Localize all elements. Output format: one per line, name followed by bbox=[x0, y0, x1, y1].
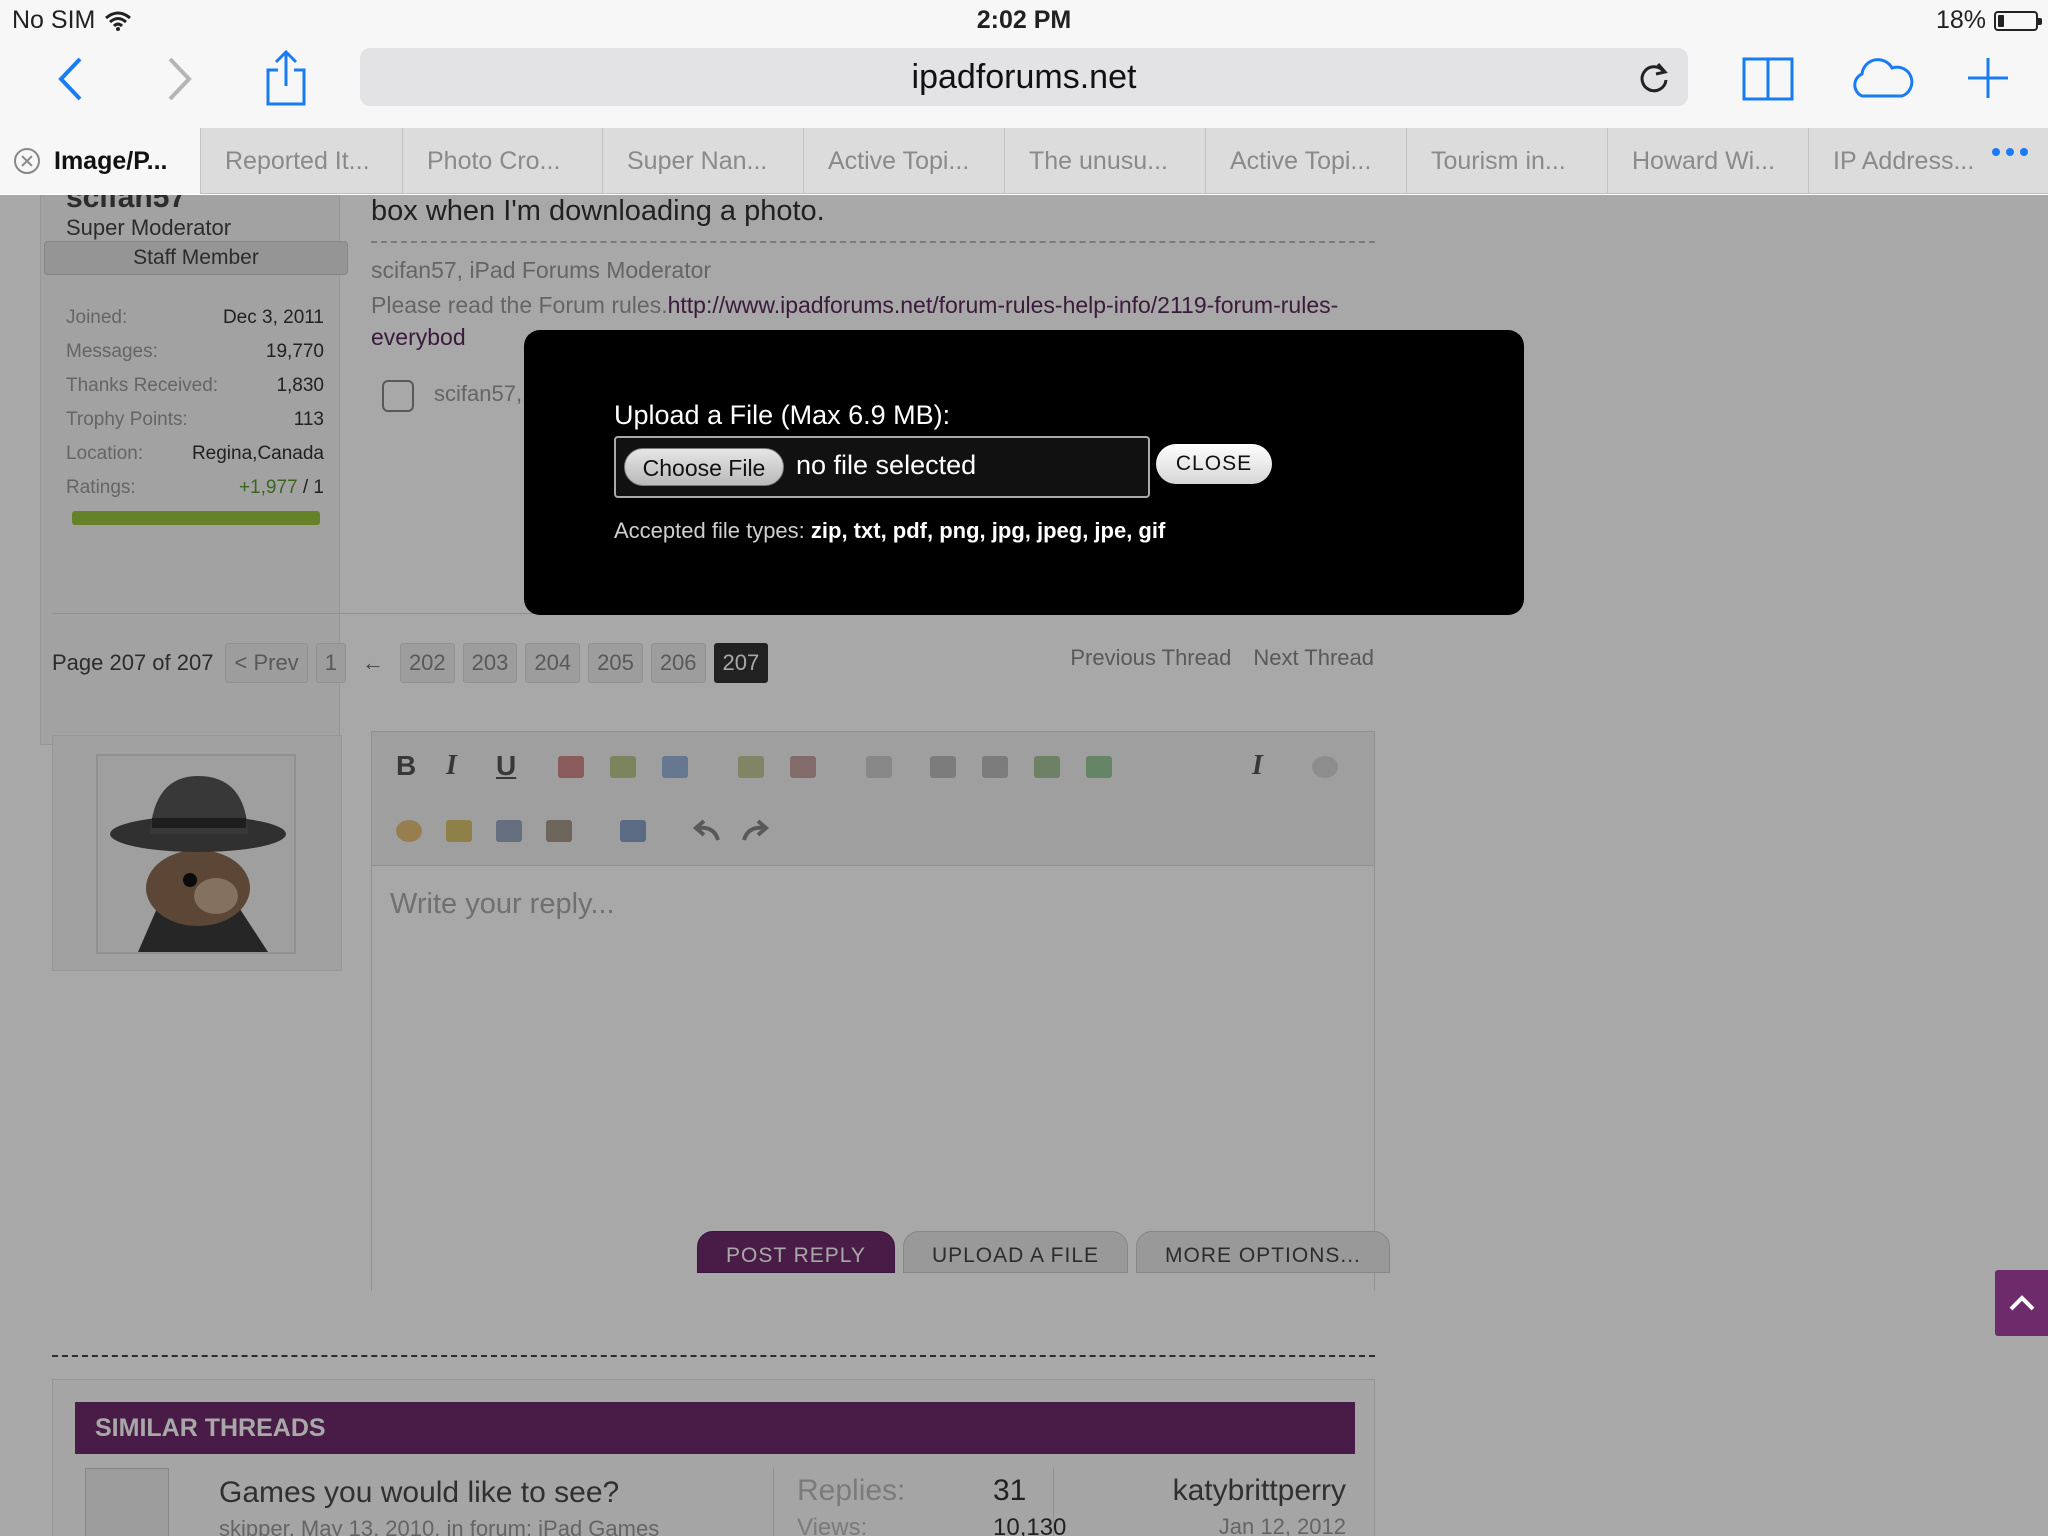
accepted-types-list: zip, txt, pdf, png, jpg, jpeg, jpe, gif bbox=[810, 518, 1166, 543]
tab-super-nan[interactable]: Super Nan... bbox=[602, 128, 803, 194]
new-tab-icon bbox=[1968, 58, 2008, 98]
battery: 18% bbox=[1935, 6, 2042, 35]
upload-file-dialog: Upload a File (Max 6.9 MB): Choose File … bbox=[524, 330, 1524, 615]
url-text: ipadforums.net bbox=[911, 58, 1137, 96]
scroll-to-top-button[interactable] bbox=[1995, 1270, 2048, 1336]
close-tab-icon[interactable] bbox=[14, 148, 40, 174]
tab-label: IP Address... bbox=[1833, 146, 1975, 175]
tab-the-unusu[interactable]: The unusu... bbox=[1004, 128, 1205, 194]
clock: 2:02 PM bbox=[976, 6, 1072, 34]
forward-icon bbox=[168, 57, 192, 101]
bookmarks-icon bbox=[1742, 57, 1794, 101]
tab-image-p[interactable]: Image/P... bbox=[0, 128, 200, 194]
back-button[interactable] bbox=[50, 54, 90, 104]
tab-tourism-in[interactable]: Tourism in... bbox=[1406, 128, 1607, 194]
tab-photo-cro[interactable]: Photo Cro... bbox=[402, 128, 602, 194]
accepted-types: Accepted file types: zip, txt, pdf, png,… bbox=[614, 518, 1165, 544]
reload-icon bbox=[1640, 63, 1668, 93]
dialog-title: Upload a File (Max 6.9 MB): bbox=[614, 400, 951, 430]
icloud-tabs-icon bbox=[1853, 58, 1914, 98]
tab-label: Super Nan... bbox=[627, 146, 768, 175]
tab-label: Active Topi... bbox=[828, 146, 970, 175]
tab-label: Reported It... bbox=[225, 146, 370, 175]
tab-howard-wi[interactable]: Howard Wi... bbox=[1607, 128, 1808, 194]
accepted-types-label: Accepted file types: bbox=[614, 518, 805, 543]
tab-label: The unusu... bbox=[1029, 146, 1168, 175]
tab-active-topi-1[interactable]: Active Topi... bbox=[803, 128, 1004, 194]
file-status: no file selected bbox=[796, 450, 977, 480]
bookmarks-button[interactable] bbox=[1740, 50, 1796, 106]
forward-button[interactable] bbox=[160, 54, 200, 104]
tab-ip-address[interactable]: IP Address... bbox=[1808, 128, 2048, 194]
browser-toolbar: ipadforums.net bbox=[0, 40, 2048, 128]
file-input[interactable]: Choose File no file selected bbox=[614, 436, 1150, 498]
battery-icon bbox=[1994, 10, 2042, 31]
tab-bar: Image/P... Reported It... Photo Cro... S… bbox=[0, 128, 2048, 194]
chevron-up-icon bbox=[2009, 1295, 2034, 1311]
close-button[interactable]: CLOSE bbox=[1156, 444, 1272, 484]
tab-label: Howard Wi... bbox=[1632, 146, 1776, 175]
back-icon bbox=[58, 57, 82, 101]
tab-reported-it[interactable]: Reported It... bbox=[200, 128, 402, 194]
share-icon bbox=[266, 50, 306, 106]
choose-file-button[interactable]: Choose File bbox=[624, 448, 784, 486]
battery-percent: 18% bbox=[1935, 6, 1986, 34]
share-button[interactable] bbox=[262, 48, 310, 108]
tab-label: Photo Cro... bbox=[427, 146, 561, 175]
new-tab-button[interactable] bbox=[1964, 54, 2012, 102]
tab-label: Active Topi... bbox=[1230, 146, 1372, 175]
tab-active-topi-2[interactable]: Active Topi... bbox=[1205, 128, 1406, 194]
tab-label: Image/P... bbox=[54, 146, 168, 175]
more-tabs-icon[interactable] bbox=[1992, 148, 2028, 156]
icloud-tabs-button[interactable] bbox=[1846, 52, 1916, 104]
reload-button[interactable] bbox=[1638, 60, 1670, 99]
battery-level bbox=[1998, 14, 2004, 27]
address-bar[interactable]: ipadforums.net bbox=[360, 48, 1688, 106]
tab-label: Tourism in... bbox=[1431, 146, 1566, 175]
status-bar: No SIM 2:02 PM 18% bbox=[0, 0, 2048, 40]
